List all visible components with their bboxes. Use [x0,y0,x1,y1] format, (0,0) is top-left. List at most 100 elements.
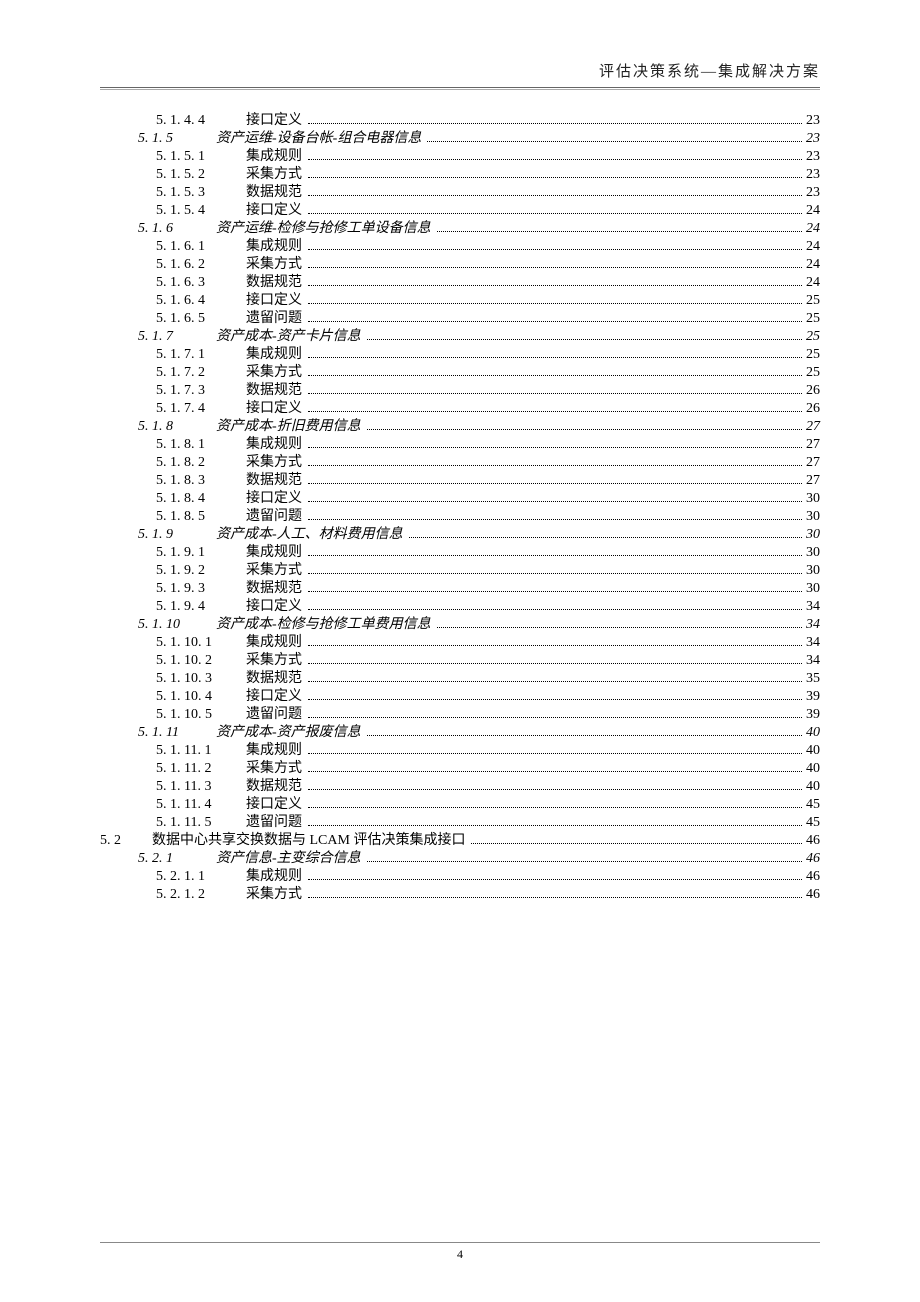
toc-title: 接口定义 [246,798,302,812]
toc-page: 40 [806,744,820,758]
toc-leader [308,565,802,574]
toc-entry[interactable]: 5. 1. 4. 4接口定义23 [100,114,820,128]
toc-entry[interactable]: 5. 1. 8资产成本-折旧费用信息27 [100,420,820,434]
toc-title: 接口定义 [246,690,302,704]
toc-page: 23 [806,186,820,200]
toc-leader [308,493,802,502]
toc-number: 5. 1. 5. 3 [156,186,228,200]
toc-title: 采集方式 [246,456,302,470]
toc-number: 5. 1. 11 [138,726,198,740]
toc-entry[interactable]: 5. 1. 8. 1集成规则27 [100,438,820,452]
toc-title: 遗留问题 [246,708,302,722]
toc-entry[interactable]: 5. 1. 6. 1集成规则24 [100,240,820,254]
toc-leader [308,655,802,664]
toc-title: 资产成本-检修与抢修工单费用信息 [216,618,431,632]
toc-entry[interactable]: 5. 1. 8. 5遗留问题30 [100,510,820,524]
toc-page: 46 [806,852,820,866]
toc-entry[interactable]: 5. 1. 9. 4接口定义34 [100,600,820,614]
toc-number: 5. 1. 6. 1 [156,240,228,254]
toc-entry[interactable]: 5. 1. 8. 4接口定义30 [100,492,820,506]
toc-entry[interactable]: 5. 2. 1. 2采集方式46 [100,888,820,902]
toc-title: 集成规则 [246,438,302,452]
toc-title: 数据规范 [246,276,302,290]
toc-title: 遗留问题 [246,510,302,524]
toc-entry[interactable]: 5. 1. 7. 4接口定义26 [100,402,820,416]
toc-page: 27 [806,438,820,452]
toc-entry[interactable]: 5. 1. 5. 2采集方式23 [100,168,820,182]
toc-leader [308,277,802,286]
toc-entry[interactable]: 5. 1. 11. 5遗留问题45 [100,816,820,830]
toc-leader [308,763,802,772]
toc-title: 数据规范 [246,672,302,686]
toc-entry[interactable]: 5. 1. 6. 3数据规范24 [100,276,820,290]
toc-page: 23 [806,114,820,128]
toc-leader [308,385,802,394]
toc-entry[interactable]: 5. 2. 1资产信息-主变综合信息46 [100,852,820,866]
toc-page: 25 [806,330,820,344]
toc-entry[interactable]: 5. 1. 11. 1集成规则40 [100,744,820,758]
toc-title: 采集方式 [246,888,302,902]
toc-leader [308,691,802,700]
toc-page: 24 [806,240,820,254]
toc-entry[interactable]: 5. 1. 9. 3数据规范30 [100,582,820,596]
toc-leader [308,205,802,214]
toc-title: 接口定义 [246,402,302,416]
toc-entry[interactable]: 5. 1. 8. 2采集方式27 [100,456,820,470]
toc-leader [367,421,802,430]
toc-entry[interactable]: 5. 1. 9资产成本-人工、材料费用信息30 [100,528,820,542]
toc-entry[interactable]: 5. 1. 9. 1集成规则30 [100,546,820,560]
toc-title: 采集方式 [246,654,302,668]
toc-entry[interactable]: 5. 1. 6. 4 接口定义 25 [100,294,820,308]
header-title: 评估决策系统—集成解决方案 [599,64,820,80]
toc-number: 5. 1. 10. 2 [156,654,228,668]
toc-number: 5. 1. 6. 4 [156,294,228,308]
header-rule-bottom [100,89,820,90]
toc-number: 5. 1. 8 [138,420,198,434]
toc-entry[interactable]: 5. 1. 9. 2采集方式30 [100,564,820,578]
toc-entry[interactable]: 5. 1. 10. 3数据规范35 [100,672,820,686]
toc-number: 5. 1. 8. 4 [156,492,228,506]
toc-entry[interactable]: 5. 1. 7资产成本-资产卡片信息25 [100,330,820,344]
toc-leader [308,475,802,484]
toc-title: 采集方式 [246,258,302,272]
toc-entry[interactable]: 5. 1. 10. 2采集方式34 [100,654,820,668]
toc-number: 5. 1. 6. 3 [156,276,228,290]
toc-page: 26 [806,384,820,398]
toc-title: 资产成本-资产卡片信息 [216,330,361,344]
toc-entry[interactable]: 5. 1. 10. 1集成规则34 [100,636,820,650]
toc-entry[interactable]: 5. 2数据中心共享交换数据与 LCAM 评估决策集成接口46 [100,834,820,848]
toc-entry[interactable]: 5. 1. 10. 5遗留问题39 [100,708,820,722]
toc-entry[interactable]: 5. 1. 11资产成本-资产报废信息40 [100,726,820,740]
toc-entry[interactable]: 5. 1. 7. 1集成规则25 [100,348,820,362]
toc-entry[interactable]: 5. 1. 6. 2采集方式24 [100,258,820,272]
toc-title: 数据规范 [246,582,302,596]
toc-entry[interactable]: 5. 1. 10. 4接口定义39 [100,690,820,704]
toc-page: 30 [806,582,820,596]
toc-title: 接口定义 [246,600,302,614]
toc-entry[interactable]: 5. 2. 1. 1集成规则46 [100,870,820,884]
toc-title: 接口定义 [246,294,302,308]
toc-entry[interactable]: 5. 1. 8. 3数据规范27 [100,474,820,488]
toc-entry[interactable]: 5. 1. 5资产运维-设备台帐-组合电器信息23 [100,132,820,146]
toc-page: 25 [806,294,820,308]
toc-entry[interactable]: 5. 1. 10资产成本-检修与抢修工单费用信息34 [100,618,820,632]
toc-entry[interactable]: 5. 1. 11. 3数据规范40 [100,780,820,794]
toc-leader [308,673,802,682]
toc-entry[interactable]: 5. 1. 11. 2采集方式40 [100,762,820,776]
toc-leader [308,511,802,520]
toc-leader [308,601,802,610]
toc-entry[interactable]: 5. 1. 6资产运维-检修与抢修工单设备信息24 [100,222,820,236]
toc-entry[interactable]: 5. 1. 7. 2采集方式25 [100,366,820,380]
toc-entry[interactable]: 5. 1. 5. 3数据规范23 [100,186,820,200]
toc-entry[interactable]: 5. 1. 5. 1集成规则23 [100,150,820,164]
toc-page: 27 [806,456,820,470]
toc-title: 遗留问题 [246,312,302,326]
toc-entry[interactable]: 5. 1. 6. 5遗留问题25 [100,312,820,326]
toc-leader [308,295,802,304]
toc-entry[interactable]: 5. 1. 11. 4接口定义45 [100,798,820,812]
toc-title: 采集方式 [246,366,302,380]
toc-entry[interactable]: 5. 1. 7. 3数据规范26 [100,384,820,398]
toc-leader [308,817,802,826]
toc-title: 遗留问题 [246,816,302,830]
toc-entry[interactable]: 5. 1. 5. 4接口定义24 [100,204,820,218]
